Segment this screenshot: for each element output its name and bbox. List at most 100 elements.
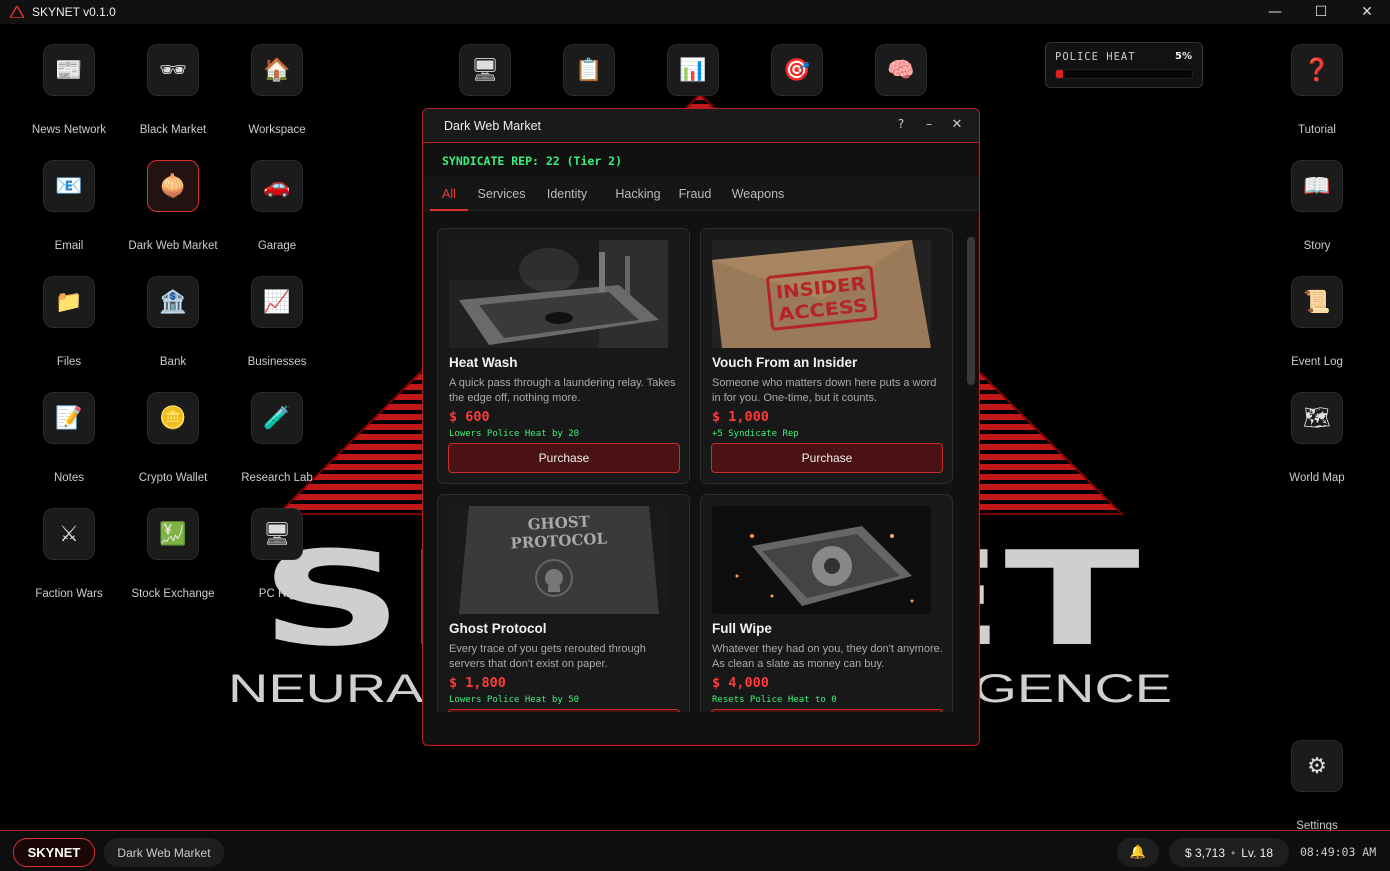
computer-icon: 🖥 [459, 44, 511, 96]
item-name: Full Wipe [712, 621, 772, 636]
desktop-icon-label: Garage [257, 240, 297, 252]
files-icon: 📁 [43, 276, 95, 328]
tab-fraud[interactable]: Fraud [671, 177, 719, 211]
police-heat-fill [1056, 70, 1063, 78]
item-image: GHOST PROTOCOL [449, 506, 668, 614]
taskbar-item-dark-web-market[interactable]: Dark Web Market [104, 838, 224, 867]
purchase-button[interactable]: Purchase [711, 443, 943, 473]
businesses-icon: 📈 [251, 276, 303, 328]
purchase-button[interactable]: Purchase [448, 709, 680, 712]
app-titlebar: SKYNET v0.1.0 — ☐ ✕ [0, 0, 1390, 24]
notifications-bell-icon[interactable]: 🔔 [1117, 838, 1159, 867]
desktop-icon-workspace[interactable]: 🏠 Workspace [227, 44, 327, 144]
start-button[interactable]: SKYNET [13, 838, 95, 867]
market-item-card-vouch-from-an-insider: INSIDER ACCESS Vouch From an Insider Someon… [700, 228, 953, 484]
desktop-icon-label: Story [1303, 240, 1331, 252]
minimize-window-button[interactable]: — [1252, 0, 1298, 24]
desktop-icon-settings[interactable]: ⚙ Settings [1267, 740, 1367, 830]
police-heat-widget: POLICE HEAT 5% [1045, 42, 1203, 88]
desktop-icon-garage[interactable]: 🚗 Garage [227, 160, 327, 260]
tab-weapons[interactable]: Weapons [725, 177, 791, 211]
item-effect: Lowers Police Heat by 20 [449, 429, 580, 439]
item-description: A quick pass through a laundering relay.… [449, 377, 676, 404]
chart-icon: 📊 [667, 44, 719, 96]
desktop-icon-label: Black Market [139, 124, 207, 136]
desktop-icon-notes[interactable]: 📝 Notes [19, 392, 119, 492]
market-item-card-heat-wash: Heat Wash A quick pass through a launderi… [437, 228, 690, 484]
desktop-icon-label: Businesses [247, 356, 307, 368]
item-effect: +5 Syndicate Rep [712, 429, 799, 439]
world-map-icon: 🗺 [1291, 392, 1343, 444]
item-description: Whatever they had on you, they don't any… [712, 643, 943, 670]
market-item-card-ghost-protocol: GHOST PROTOCOL Ghost Protocol Every trace o… [437, 494, 690, 712]
purchase-button[interactable]: Purchase [448, 443, 680, 473]
dark-web-market-icon: 🧅 [147, 160, 199, 212]
item-description: Someone who matters down here puts a wor… [712, 377, 937, 404]
purchase-button[interactable]: Purchase [711, 709, 943, 712]
taskbar: SKYNET Dark Web Market 🔔 $ 3,713 • Lv. 1… [0, 830, 1390, 871]
desktop: SKYNET NEURAL NETWORK INTELLIGENCE 📰News… [0, 24, 1390, 830]
desktop-icon-label: Workspace [248, 124, 306, 136]
item-effect: Resets Police Heat to 0 [712, 695, 837, 705]
settings-icon: ⚙ [1291, 740, 1343, 792]
item-effect: Lowers Police Heat by 50 [449, 695, 580, 705]
desktop-icon-label: Stock Exchange [131, 588, 215, 600]
tab-identity[interactable]: Identity [538, 177, 596, 211]
tab-hacking[interactable]: Hacking [603, 177, 673, 211]
desktop-icon-label: Files [56, 356, 82, 368]
desktop-icon-black-market[interactable]: 🕶 Black Market [123, 44, 223, 144]
desktop-icon-research-lab[interactable]: 🧪 Research Lab [227, 392, 327, 492]
syndicate-rep: SYNDICATE REP: 22 (Tier 2) [442, 154, 623, 168]
email-icon: 📧 [43, 160, 95, 212]
close-window-button[interactable]: ✕ [1344, 0, 1390, 24]
tab-all[interactable]: All [430, 177, 468, 211]
tab-services[interactable]: Services [471, 177, 532, 211]
desktop-icon-crypto-wallet[interactable]: 🪙 Crypto Wallet [123, 392, 223, 492]
tutorial-icon: ❓ [1291, 44, 1343, 96]
money-balance: $ 3,713 [1184, 845, 1226, 860]
item-grid-scrollbar[interactable] [967, 237, 975, 385]
black-market-icon: 🕶 [147, 44, 199, 96]
desktop-icon-label: Crypto Wallet [138, 472, 208, 484]
desktop-icon-event-log[interactable]: 📜 Event Log [1267, 276, 1367, 376]
dark-web-market-window: Dark Web Market ? – ✕ SYNDICATE REP: 22 … [422, 108, 980, 746]
item-name: Vouch From an Insider [712, 355, 858, 370]
skynet-logo-icon [10, 6, 24, 18]
item-image [449, 240, 668, 348]
close-market-button[interactable]: ✕ [948, 117, 966, 135]
desktop-icon-tutorial[interactable]: ❓ Tutorial [1267, 44, 1367, 144]
desktop-icon-dark-web-market[interactable]: 🧅 Dark Web Market [123, 160, 223, 260]
desktop-icon-world-map[interactable]: 🗺 World Map [1267, 392, 1367, 492]
maximize-window-button[interactable]: ☐ [1298, 0, 1344, 24]
desktop-icon-bank[interactable]: 🏦 Bank [123, 276, 223, 376]
help-button[interactable]: ? [892, 117, 910, 135]
item-name: Heat Wash [449, 355, 518, 370]
desktop-icon-label: World Map [1289, 472, 1345, 484]
desktop-icon-story[interactable]: 📖 Story [1267, 160, 1367, 260]
desktop-icon-stock-exchange[interactable]: 💹 Stock Exchange [123, 508, 223, 608]
market-window-titlebar[interactable]: Dark Web Market ? – ✕ [423, 109, 979, 143]
stock-exchange-icon: 💹 [147, 508, 199, 560]
desktop-icon-businesses[interactable]: 📈 Businesses [227, 276, 327, 376]
desktop-icon-label: Research Lab [241, 472, 313, 484]
item-price: $ 1,800 [449, 675, 506, 691]
desktop-icon-files[interactable]: 📁 Files [19, 276, 119, 376]
desktop-icon-email[interactable]: 📧 Email [19, 160, 119, 260]
desktop-icon-label: Email [54, 240, 84, 252]
minimize-market-button[interactable]: – [920, 117, 938, 135]
garage-icon: 🚗 [251, 160, 303, 212]
status-separator: • [1231, 845, 1236, 860]
desktop-icon-pc-rig[interactable]: 🖥 PC Rig [227, 508, 327, 608]
faction-wars-icon: ⚔ [43, 508, 95, 560]
item-price: $ 1,000 [712, 409, 769, 425]
desktop-icon-label: PC Rig [258, 588, 296, 600]
bank-icon: 🏦 [147, 276, 199, 328]
item-name: Ghost Protocol [449, 621, 547, 636]
news-network-icon: 📰 [43, 44, 95, 96]
market-window-title: Dark Web Market [444, 119, 542, 133]
item-grid: Heat Wash A quick pass through a launderi… [423, 212, 979, 712]
desktop-icon-news-network[interactable]: 📰 News Network [19, 44, 119, 144]
police-heat-label: POLICE HEAT [1055, 51, 1136, 63]
story-icon: 📖 [1291, 160, 1343, 212]
desktop-icon-faction-wars[interactable]: ⚔ Faction Wars [19, 508, 119, 608]
